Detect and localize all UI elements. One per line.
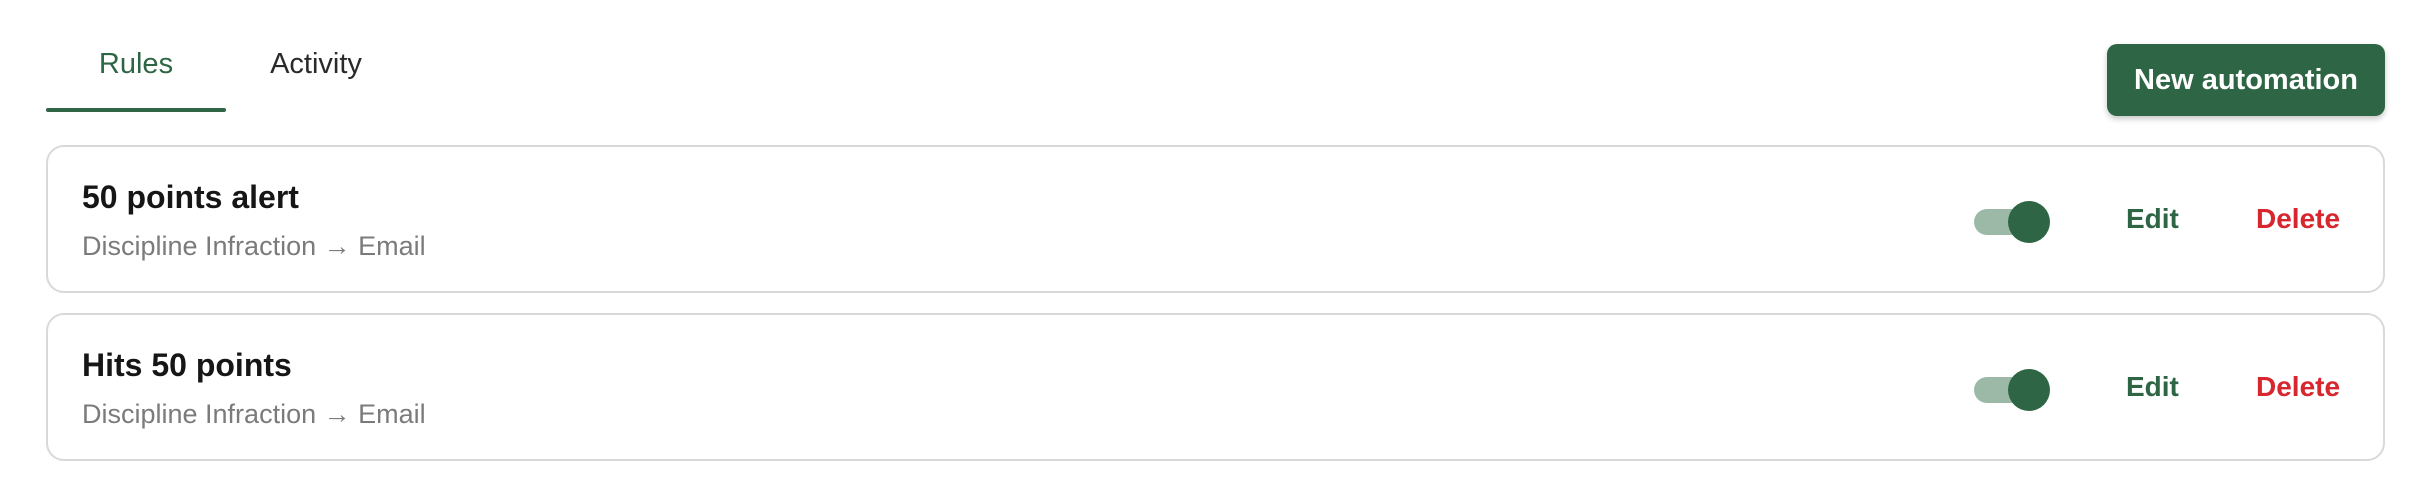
rule-card: Hits 50 points Discipline Infraction → E…: [46, 313, 2385, 461]
new-automation-button[interactable]: New automation: [2107, 44, 2385, 116]
edit-button[interactable]: Edit: [2126, 203, 2179, 235]
delete-button[interactable]: Delete: [2256, 371, 2340, 403]
rule-enabled-toggle[interactable]: [1974, 199, 2050, 243]
toggle-knob: [2008, 201, 2050, 243]
rule-trigger-action: Discipline Infraction → Email: [82, 231, 426, 261]
rule-title: 50 points alert: [82, 179, 299, 215]
tab-activity[interactable]: Activity: [226, 0, 406, 112]
rule-trigger-action: Discipline Infraction → Email: [82, 399, 426, 429]
tab-bar: Rules Activity: [46, 0, 406, 112]
tab-rules[interactable]: Rules: [46, 0, 226, 112]
delete-button[interactable]: Delete: [2256, 203, 2340, 235]
toggle-knob: [2008, 369, 2050, 411]
rule-title: Hits 50 points: [82, 347, 292, 383]
rule-enabled-toggle[interactable]: [1974, 367, 2050, 411]
edit-button[interactable]: Edit: [2126, 371, 2179, 403]
rules-list: 50 points alert Discipline Infraction → …: [46, 145, 2385, 481]
rule-card: 50 points alert Discipline Infraction → …: [46, 145, 2385, 293]
